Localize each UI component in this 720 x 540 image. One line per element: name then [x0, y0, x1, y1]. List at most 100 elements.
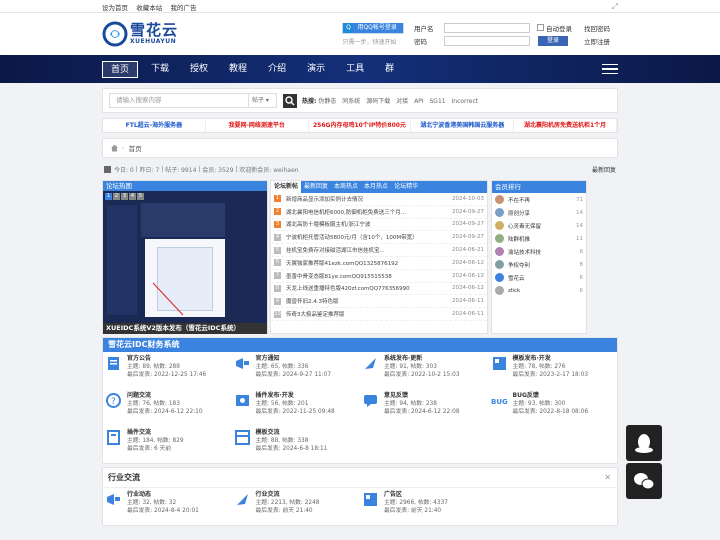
forum-cell[interactable]: 模板发布·开发 主题: 78, 帖数: 276 最后发表: 2023-2-17 18…	[489, 352, 618, 389]
forum-cell[interactable]: 广告区 主题: 2966, 帖数: 4337 最后发表: 前天 21:40	[360, 488, 489, 525]
ranking-row[interactable]: 争权夺利 8	[492, 258, 586, 271]
tab-month-hot[interactable]: 本月热点	[361, 181, 391, 193]
forum-cell[interactable]: 官方通知 主题: 65, 帖数: 336 最后发表: 2024-9-27 11:07	[232, 352, 361, 389]
thread-title[interactable]: 湖北高防十堰模板服主机/浙江宁波	[286, 220, 448, 228]
ranking-row[interactable]: 陆群机推 11	[492, 232, 586, 245]
forum-name[interactable]: 官方通知	[256, 355, 332, 363]
avatar[interactable]	[495, 247, 504, 256]
qq-login-button[interactable]: Q 用QQ帐号登录	[342, 22, 404, 34]
forum-last-post[interactable]: 最后发表: 2022-8-18 08:06	[513, 408, 589, 416]
bug-icon[interactable]: BUG	[491, 392, 508, 409]
thread-row[interactable]: 10 传奇3大极品鉴定推荐版 2024-06-11	[271, 308, 487, 321]
thread-title[interactable]: 传奇3大极品鉴定推荐版	[286, 310, 448, 318]
avatar[interactable]	[495, 273, 504, 282]
nav-demo[interactable]: 演示	[299, 61, 333, 78]
forum-last-post[interactable]: 最后发表: 前天 21:40	[384, 507, 448, 515]
forum-last-post[interactable]: 最后发表: 前天 21:40	[256, 507, 320, 515]
forum-last-post[interactable]: 最后发表: 2023-2-17 18:03	[513, 371, 589, 379]
qq-contact-button[interactable]	[626, 425, 662, 461]
forgot-password-link[interactable]: 找回密码	[584, 23, 618, 33]
forum-name[interactable]: 模板交流	[256, 429, 328, 437]
forum-cell[interactable]: 模板交流 主题: 88, 帖数: 338 最后发表: 2024-6-8 18:11	[232, 426, 361, 463]
ad-link[interactable]: 湖北宁波香港美国韩国云服务器	[411, 119, 515, 132]
login-button[interactable]: 登录	[538, 35, 568, 46]
forum-last-post[interactable]: 最后发表: 2024-6-8 18:11	[256, 445, 328, 453]
member-name[interactable]: 不在不再	[508, 196, 576, 204]
tab-digest[interactable]: 论坛精华	[391, 181, 421, 193]
forum-name[interactable]: 模板发布·开发	[513, 355, 589, 363]
hot-term[interactable]: 源码下载	[366, 98, 390, 105]
nav-license[interactable]: 授权	[182, 61, 216, 78]
nav-tutorial[interactable]: 教程	[221, 61, 255, 78]
slider-caption[interactable]: XUEIDC系统V2版本发布（雪花云IDC系统）	[103, 323, 267, 334]
forum-name[interactable]: 意见反馈	[384, 392, 460, 400]
thread-row[interactable]: 2 湖北襄阳电信机柜6000,防御机柜免费送三个月... 2024-09-27	[271, 206, 487, 219]
latest-replies-link[interactable]: 最新回复	[592, 165, 616, 174]
member-name[interactable]: 心灵毒无保留	[508, 222, 576, 230]
forum-cell[interactable]: BUG BUG反馈 主题: 93, 帖数: 300 最后发表: 2022-8-18 0…	[489, 389, 618, 426]
ranking-row[interactable]: 原创分享 14	[492, 206, 586, 219]
tab-week-hot[interactable]: 本周热点	[331, 181, 361, 193]
plugin-icon[interactable]	[234, 392, 251, 409]
ad-link[interactable]: 我要网-网络测速平台	[206, 119, 309, 132]
question-icon[interactable]: ?	[105, 392, 122, 409]
site-logo[interactable]: 雪花云 XUEHUAYUN	[102, 21, 217, 47]
avatar[interactable]	[495, 286, 504, 295]
username-input[interactable]	[444, 22, 530, 33]
member-name[interactable]: zlick	[508, 288, 580, 294]
forum-last-post[interactable]: 最后发表: 2024-8-4 20:01	[127, 507, 199, 515]
nav-group[interactable]: 群	[377, 61, 402, 78]
forum-cell[interactable]: 行业交流 主题: 2213, 帖数: 2248 最后发表: 前天 21:40	[232, 488, 361, 525]
home-icon[interactable]	[111, 144, 118, 152]
forum-last-post[interactable]: 最后发表: 2022-10-2 15:03	[384, 371, 460, 379]
forum-name[interactable]: BUG反馈	[513, 392, 589, 400]
thread-title[interactable]: 墨香中骨变态版81ye.comQQ915515538	[286, 272, 448, 280]
member-name[interactable]: 原创分享	[508, 209, 576, 217]
forum-name[interactable]: 行业动态	[127, 491, 199, 499]
ad-link[interactable]: 湖北襄阳机房免费送机柜1个月	[514, 119, 617, 132]
nav-tools[interactable]: 工具	[338, 61, 372, 78]
plugin-chat-icon[interactable]	[105, 429, 122, 446]
forum-last-post[interactable]: 最后发表: 2022-11-25 09:48	[256, 408, 335, 416]
avatar[interactable]	[495, 234, 504, 243]
forum-last-post[interactable]: 最后发表: 2024-6-12 22:08	[384, 408, 460, 416]
search-input[interactable]: 请输入搜索内容	[109, 93, 249, 108]
hot-term[interactable]: 伪静态	[318, 98, 336, 105]
breadcrumb-home[interactable]: 首页	[129, 143, 142, 153]
megaphone-icon[interactable]	[234, 355, 251, 372]
avatar[interactable]	[495, 208, 504, 217]
password-input[interactable]	[444, 35, 530, 46]
thread-title[interactable]: 魔兽怀旧2.4.3特色版	[286, 297, 448, 305]
member-name[interactable]: 陆群机推	[508, 235, 576, 243]
hamburger-menu-icon[interactable]	[602, 61, 618, 78]
avatar[interactable]	[495, 221, 504, 230]
member-name[interactable]: 渝站技术科技	[508, 248, 580, 256]
ranking-row[interactable]: 心灵毒无保留 14	[492, 219, 586, 232]
nav-download[interactable]: 下载	[143, 61, 177, 78]
thread-title[interactable]: 新增商品显示添加实例计去情况	[286, 195, 448, 203]
forum-cell[interactable]: 意见反馈 主题: 94, 帖数: 238 最后发表: 2024-6-12 22:08	[360, 389, 489, 426]
search-button[interactable]	[283, 93, 297, 108]
hot-term[interactable]: 对接	[396, 98, 408, 105]
forum-name[interactable]: 官方公告	[127, 355, 206, 363]
forum-name[interactable]: 行业交流	[256, 491, 320, 499]
forum-name[interactable]: 插件交流	[127, 429, 184, 437]
hot-term[interactable]: Incorrect	[452, 98, 479, 105]
set-homepage-link[interactable]: 设为首页	[102, 4, 128, 12]
ranking-row[interactable]: 不在不再 71	[492, 193, 586, 206]
thread-row[interactable]: 7 墨香中骨变态版81ye.comQQ915515538 2024-06-12	[271, 270, 487, 283]
ranking-row[interactable]: 雪花云 6	[492, 271, 586, 284]
forum-name[interactable]: 插件发布·开发	[256, 392, 335, 400]
expand-icon[interactable]: ⤢	[612, 2, 618, 12]
forum-last-post[interactable]: 最后发表: 2024-9-27 11:07	[256, 371, 332, 379]
ad-link[interactable]: FTL超云-海外服务器	[103, 119, 206, 132]
nav-intro[interactable]: 介绍	[260, 61, 294, 78]
template-icon[interactable]	[491, 355, 508, 372]
thread-row[interactable]: 4 宁波机柜托管活动5800元/月（含10个，100M带宽） 2024-09-27	[271, 231, 487, 245]
member-name[interactable]: 争权夺利	[508, 261, 580, 269]
forum-name[interactable]: 广告区	[384, 491, 448, 499]
forum-cell[interactable]: 行业动态 主题: 32, 帖数: 32 最后发表: 2024-8-4 20:01	[103, 488, 232, 525]
release-icon[interactable]	[234, 491, 251, 508]
template-chat-icon[interactable]	[234, 429, 251, 446]
collapse-icon[interactable]: ✕	[604, 468, 611, 487]
